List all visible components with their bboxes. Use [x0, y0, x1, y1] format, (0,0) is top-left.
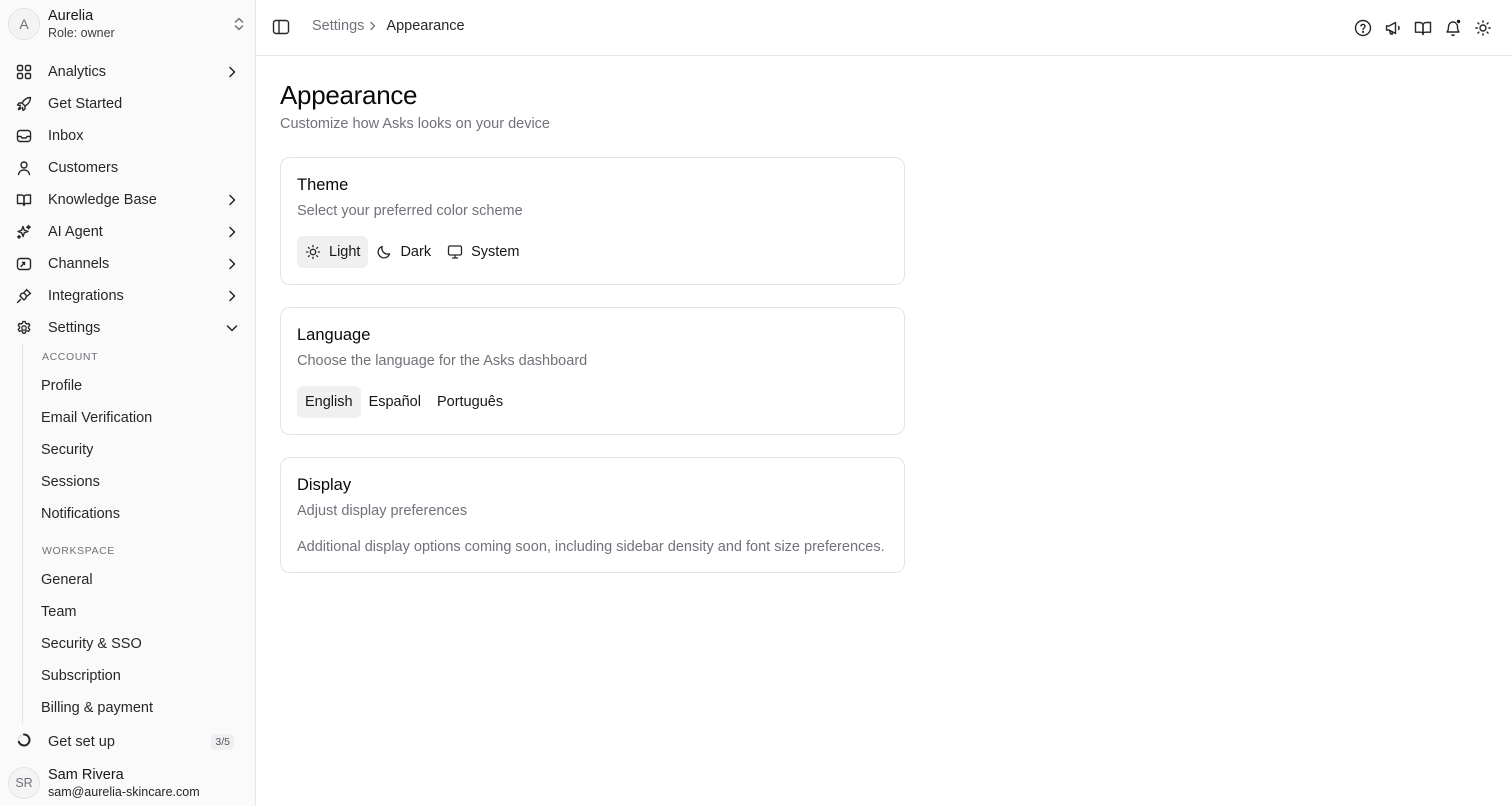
- display-card-title: Display: [297, 476, 352, 494]
- language-option-portugues[interactable]: Português: [429, 386, 511, 418]
- help-circle-icon[interactable]: [1354, 17, 1372, 39]
- chevron-right-icon: [224, 256, 240, 277]
- book-icon: [16, 192, 32, 208]
- sidebar-item-profile[interactable]: Profile: [23, 370, 248, 402]
- display-card: Display Adjust display preferences Addit…: [280, 457, 905, 573]
- bell-icon[interactable]: [1444, 17, 1462, 39]
- chevron-right-icon: [224, 64, 240, 85]
- sidebar-item-label: Customers: [48, 160, 119, 176]
- breadcrumb-settings[interactable]: Settings: [312, 18, 364, 34]
- sidebar-item-analytics[interactable]: Analytics: [8, 56, 248, 88]
- theme-option-system[interactable]: System: [439, 236, 527, 268]
- theme-option-label: Light: [329, 244, 361, 260]
- sidebar-item-billing[interactable]: Billing & payment: [23, 692, 248, 724]
- theme-card-description: Select your preferred color scheme: [297, 203, 523, 219]
- sidebar-item-subscription[interactable]: Subscription: [23, 660, 248, 692]
- sidebar-item-label: Inbox: [48, 128, 84, 144]
- gear-icon: [16, 320, 32, 336]
- page-subtitle: Customize how Asks looks on your device: [280, 116, 550, 132]
- chevron-down-icon: [224, 320, 240, 341]
- inbox-icon: [16, 128, 32, 144]
- language-card-title: Language: [297, 326, 371, 344]
- sidebar-item-customers[interactable]: Customers: [8, 152, 248, 184]
- top-actions: [1354, 17, 1492, 39]
- sidebar-item-knowledge-base[interactable]: Knowledge Base: [8, 184, 248, 216]
- breadcrumb: Settings Appearance: [312, 18, 465, 34]
- language-selector: English Español Português: [297, 386, 511, 418]
- avatar: SR: [8, 767, 40, 799]
- workspace-role: Role: owner: [48, 26, 115, 40]
- sidebar-item-ai-agent[interactable]: AI Agent: [8, 216, 248, 248]
- theme-option-label: Dark: [400, 244, 432, 260]
- sidebar-item-label: Channels: [48, 256, 110, 272]
- language-card: Language Choose the language for the Ask…: [280, 307, 905, 435]
- theme-card: Theme Select your preferred color scheme…: [280, 157, 905, 285]
- plug-icon: [16, 288, 32, 304]
- settings-submenu: ACCOUNT Profile Email Verification Secur…: [22, 344, 248, 724]
- chevron-right-icon: [368, 20, 378, 32]
- sidebar-item-label: AI Agent: [48, 224, 103, 240]
- page-title: Appearance: [280, 80, 418, 110]
- language-option-english[interactable]: English: [297, 386, 361, 418]
- sidebar-item-security[interactable]: Security: [23, 434, 248, 466]
- sidebar-toggle-icon[interactable]: [272, 18, 292, 38]
- user-menu[interactable]: SR Sam Rivera sam@aurelia-skincare.com: [8, 765, 248, 801]
- workspace-section-heading: WORKSPACE: [42, 545, 115, 557]
- main-nav: Analytics Get Started Inbox Customers Kn…: [8, 56, 248, 344]
- sidebar-item-sessions[interactable]: Sessions: [23, 466, 248, 498]
- workspace-avatar: A: [8, 8, 40, 40]
- chevron-right-icon: [224, 192, 240, 213]
- user-icon: [16, 160, 32, 176]
- book-open-icon[interactable]: [1414, 17, 1432, 39]
- language-card-description: Choose the language for the Asks dashboa…: [297, 353, 588, 369]
- get-set-up-button[interactable]: Get set up 3/5: [8, 728, 248, 756]
- breadcrumb-current: Appearance: [386, 18, 465, 34]
- workspace-name: Aurelia: [48, 8, 94, 24]
- moon-icon: [378, 245, 391, 259]
- share-icon: [16, 256, 32, 272]
- sidebar-item-label: Integrations: [48, 288, 124, 304]
- sidebar-item-settings[interactable]: Settings: [8, 312, 248, 344]
- sidebar-item-channels[interactable]: Channels: [8, 248, 248, 280]
- language-option-espanol[interactable]: Español: [361, 386, 429, 418]
- user-name: Sam Rivera: [48, 767, 124, 783]
- theme-selector: Light Dark System: [297, 236, 527, 268]
- sidebar-item-inbox[interactable]: Inbox: [8, 120, 248, 152]
- sidebar: A Aurelia Role: owner Analytics Get Star…: [0, 0, 256, 806]
- sidebar-item-email-verification[interactable]: Email Verification: [23, 402, 248, 434]
- display-card-note: Additional display options coming soon, …: [297, 539, 885, 555]
- sidebar-item-label: Knowledge Base: [48, 192, 157, 208]
- rocket-icon: [16, 96, 32, 112]
- get-set-up-label: Get set up: [48, 734, 115, 750]
- sun-icon: [305, 244, 321, 260]
- chevrons-up-down-icon: [232, 16, 246, 37]
- workspace-switcher[interactable]: A Aurelia Role: owner: [8, 6, 248, 42]
- account-section-heading: ACCOUNT: [42, 351, 99, 363]
- setup-progress-count: 3/5: [211, 734, 234, 750]
- grid-icon: [16, 64, 32, 80]
- sidebar-item-notifications[interactable]: Notifications: [23, 498, 248, 530]
- sidebar-item-general[interactable]: General: [23, 564, 248, 596]
- theme-option-label: System: [471, 244, 520, 260]
- top-bar: Settings Appearance: [256, 0, 1512, 56]
- sidebar-item-label: Analytics: [48, 64, 107, 80]
- theme-option-light[interactable]: Light: [297, 236, 369, 268]
- theme-option-dark[interactable]: Dark: [368, 236, 439, 268]
- sidebar-item-label: Settings: [48, 320, 101, 336]
- theme-card-title: Theme: [297, 176, 349, 194]
- chevron-right-icon: [224, 288, 240, 309]
- sparkles-icon: [16, 224, 32, 240]
- monitor-icon: [447, 245, 463, 259]
- display-card-description: Adjust display preferences: [297, 503, 468, 519]
- sidebar-item-integrations[interactable]: Integrations: [8, 280, 248, 312]
- sidebar-item-security-sso[interactable]: Security & SSO: [23, 628, 248, 660]
- sun-icon[interactable]: [1474, 17, 1492, 39]
- user-email: sam@aurelia-skincare.com: [48, 785, 200, 799]
- megaphone-icon[interactable]: [1384, 17, 1402, 39]
- chevron-right-icon: [224, 224, 240, 245]
- sidebar-item-team[interactable]: Team: [23, 596, 248, 628]
- sidebar-item-label: Get Started: [48, 96, 123, 112]
- progress-ring-icon: [16, 732, 32, 753]
- sidebar-item-get-started[interactable]: Get Started: [8, 88, 248, 120]
